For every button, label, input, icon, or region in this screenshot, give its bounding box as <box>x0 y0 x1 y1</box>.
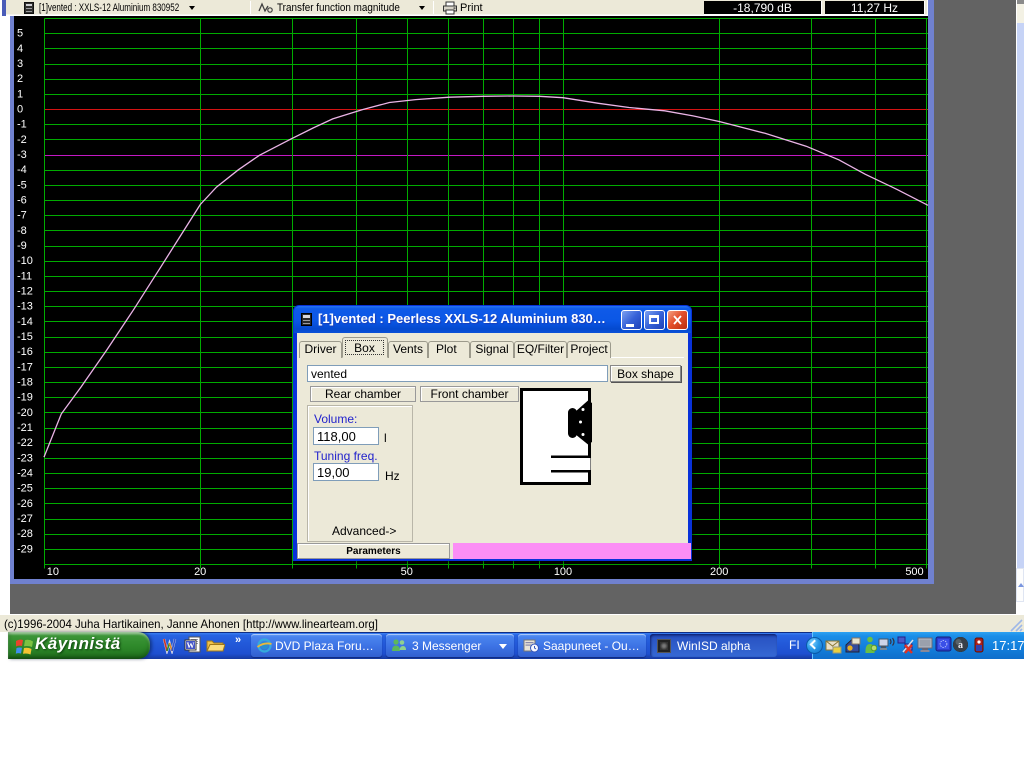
svg-text:-17: -17 <box>17 361 33 373</box>
svg-text:-3: -3 <box>17 149 27 161</box>
svg-text:2: 2 <box>17 73 23 85</box>
svg-text:10: 10 <box>47 566 59 578</box>
svg-text:-28: -28 <box>17 528 33 540</box>
svg-text:-4: -4 <box>17 164 27 176</box>
svg-text:1: 1 <box>17 88 23 100</box>
svg-text:20: 20 <box>194 566 206 578</box>
svg-text:-1: -1 <box>17 119 27 131</box>
svg-text:-2: -2 <box>17 134 27 146</box>
svg-text:-18: -18 <box>17 377 33 389</box>
svg-text:-12: -12 <box>17 286 33 298</box>
svg-text:-7: -7 <box>17 210 27 222</box>
svg-text:-19: -19 <box>17 392 33 404</box>
svg-text:-13: -13 <box>17 301 33 313</box>
svg-text:50: 50 <box>401 566 413 578</box>
svg-text:500: 500 <box>905 566 923 578</box>
svg-text:-23: -23 <box>17 452 33 464</box>
svg-text:-9: -9 <box>17 240 27 252</box>
svg-text:-27: -27 <box>17 513 33 525</box>
svg-text:-5: -5 <box>17 179 27 191</box>
svg-text:-16: -16 <box>17 346 33 358</box>
svg-text:200: 200 <box>710 566 728 578</box>
svg-text:-14: -14 <box>17 316 33 328</box>
svg-text:-21: -21 <box>17 422 33 434</box>
svg-text:-26: -26 <box>17 498 33 510</box>
svg-text:-25: -25 <box>17 483 33 495</box>
svg-text:-8: -8 <box>17 225 27 237</box>
svg-text:0: 0 <box>17 104 23 116</box>
svg-text:-6: -6 <box>17 195 27 207</box>
svg-text:W: W <box>187 641 195 650</box>
svg-text:5: 5 <box>17 28 23 40</box>
svg-text:4: 4 <box>17 43 23 55</box>
svg-text:100: 100 <box>554 566 572 578</box>
svg-text:-15: -15 <box>17 331 33 343</box>
svg-text:-22: -22 <box>17 437 33 449</box>
svg-text:-10: -10 <box>17 255 33 267</box>
svg-text:-24: -24 <box>17 468 33 480</box>
svg-text:-29: -29 <box>17 543 33 555</box>
svg-text:3: 3 <box>17 58 23 70</box>
svg-text:-11: -11 <box>17 270 32 282</box>
svg-text:-20: -20 <box>17 407 33 419</box>
svg-text:a: a <box>958 640 963 651</box>
